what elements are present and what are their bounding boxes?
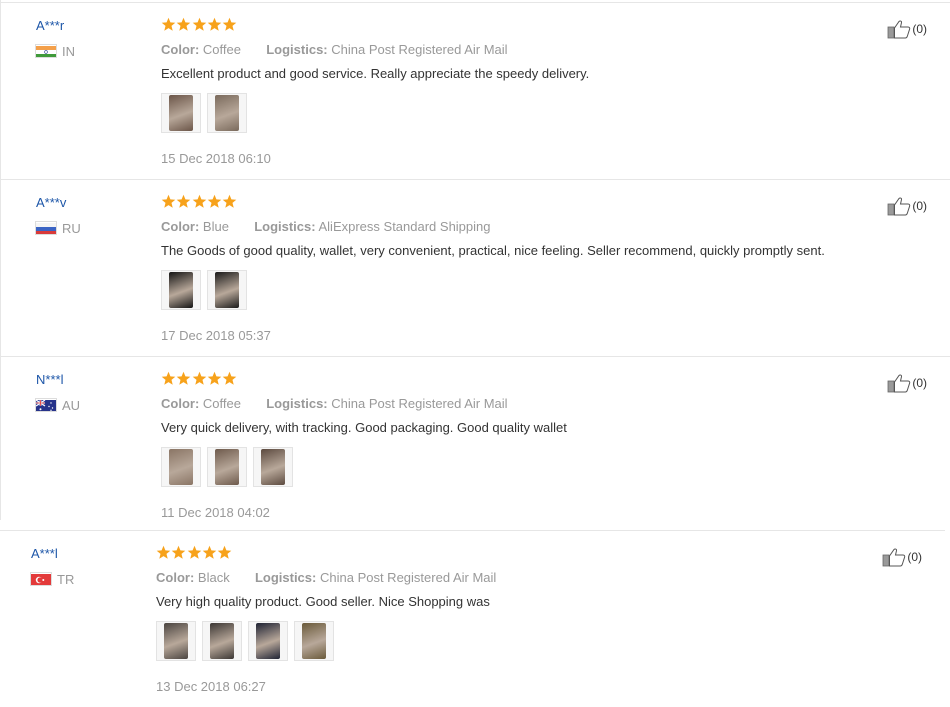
helpful-count: (0) [907,550,922,564]
review-item: A***v RU Color: Blue Logistics: AliExpre… [0,179,950,356]
color-value: Blue [202,219,229,234]
review-photo-thumbnail[interactable] [161,447,201,487]
star-icon [222,17,237,31]
reviewer-country: TR [31,571,75,587]
star-icon [207,194,222,208]
helpful-button[interactable]: (0) [882,547,922,567]
color-value: Coffee [202,42,241,57]
review-photo-thumbnail[interactable] [156,621,196,661]
country-code: AU [62,397,81,413]
order-info: Color: Coffee Logistics: China Post Regi… [161,396,508,411]
reviewer-country: RU [36,220,81,236]
logistics-label: Logistics: [266,42,328,57]
country-code: IN [62,43,75,59]
country-flag-icon [36,222,56,234]
star-icon [192,17,206,31]
helpful-count: (0) [912,376,927,390]
reviewer-name[interactable]: A***v [36,195,66,210]
review-photo-thumbnail[interactable] [248,621,288,661]
color-label: Color: [161,219,200,234]
star-rating [156,545,232,560]
thumbs-up-icon [887,374,911,393]
color-value: Black [197,570,230,585]
review-date: 17 Dec 2018 05:37 [161,328,271,343]
review-comment: Very quick delivery, with tracking. Good… [161,420,567,435]
reviewer-name[interactable]: N***l [36,372,63,387]
star-icon [222,194,237,208]
review-photo-thumbnail[interactable] [207,447,247,487]
helpful-count: (0) [912,199,927,213]
color-label: Color: [161,42,200,57]
star-icon [176,17,191,31]
star-icon [176,371,191,385]
star-icon [217,545,232,559]
review-date: 13 Dec 2018 06:27 [156,679,266,694]
color-value: Coffee [202,396,241,411]
helpful-button[interactable]: (0) [887,196,927,216]
helpful-button[interactable]: (0) [887,373,927,393]
review-item: A***l TR Color: Black Logistics: China P… [0,530,945,707]
logistics-label: Logistics: [266,396,328,411]
review-photos [156,621,340,661]
review-photo-thumbnail[interactable] [294,621,334,661]
country-code: TR [57,571,75,587]
review-photo-thumbnail[interactable] [202,621,242,661]
thumbs-up-icon [882,548,906,567]
thumbs-up-icon [887,20,911,39]
order-info: Color: Blue Logistics: AliExpress Standa… [161,219,491,234]
review-comment: The Goods of good quality, wallet, very … [161,243,825,258]
logistics-label: Logistics: [254,219,316,234]
reviewer-country: IN [36,43,75,59]
country-flag-icon [31,573,51,585]
logistics-value: China Post Registered Air Mail [331,42,508,57]
review-photo-thumbnail[interactable] [207,270,247,310]
country-flag-icon [36,399,56,411]
helpful-button[interactable]: (0) [887,19,927,39]
reviewer-country: AU [36,397,81,413]
star-icon [207,17,222,31]
review-comment: Excellent product and good service. Real… [161,66,590,81]
country-flag-icon [36,45,56,57]
order-info: Color: Black Logistics: China Post Regis… [156,570,496,585]
logistics-label: Logistics: [254,570,317,585]
review-item: A***r IN Color: Coffee Logistics: China … [0,2,950,179]
star-icon [192,194,206,208]
order-info: Color: Coffee Logistics: China Post Regi… [161,42,508,57]
star-icon [187,545,201,559]
star-icon [222,371,237,385]
review-photo-thumbnail[interactable] [161,93,201,133]
review-photo-thumbnail[interactable] [161,270,201,310]
star-icon [161,194,176,208]
logistics-value: China Post Registered Air Mail [331,396,508,411]
color-label: Color: [161,396,200,411]
star-rating [161,371,237,386]
star-icon [207,371,222,385]
review-item: N***l AU Color: Coffee Logistics: China … [0,356,950,533]
color-label: Color: [156,570,195,585]
star-rating [161,17,237,32]
review-photos [161,93,253,133]
review-photos [161,447,299,487]
star-icon [176,194,191,208]
reviewer-name[interactable]: A***r [36,18,64,33]
review-photo-thumbnail[interactable] [207,93,247,133]
review-date: 15 Dec 2018 06:10 [161,151,271,166]
thumbs-up-icon [887,197,911,216]
review-photo-thumbnail[interactable] [253,447,293,487]
star-icon [156,545,171,559]
helpful-count: (0) [912,22,927,36]
logistics-value: AliExpress Standard Shipping [318,219,491,234]
review-comment: Very high quality product. Good seller. … [156,594,490,609]
reviewer-name[interactable]: A***l [31,546,58,561]
country-code: RU [62,220,81,236]
review-photos [161,270,253,310]
star-icon [171,545,186,559]
star-rating [161,194,237,209]
star-icon [161,371,176,385]
star-icon [192,371,206,385]
review-date: 11 Dec 2018 04:02 [161,505,270,520]
star-icon [161,17,176,31]
star-icon [202,545,217,559]
logistics-value: China Post Registered Air Mail [319,570,497,585]
